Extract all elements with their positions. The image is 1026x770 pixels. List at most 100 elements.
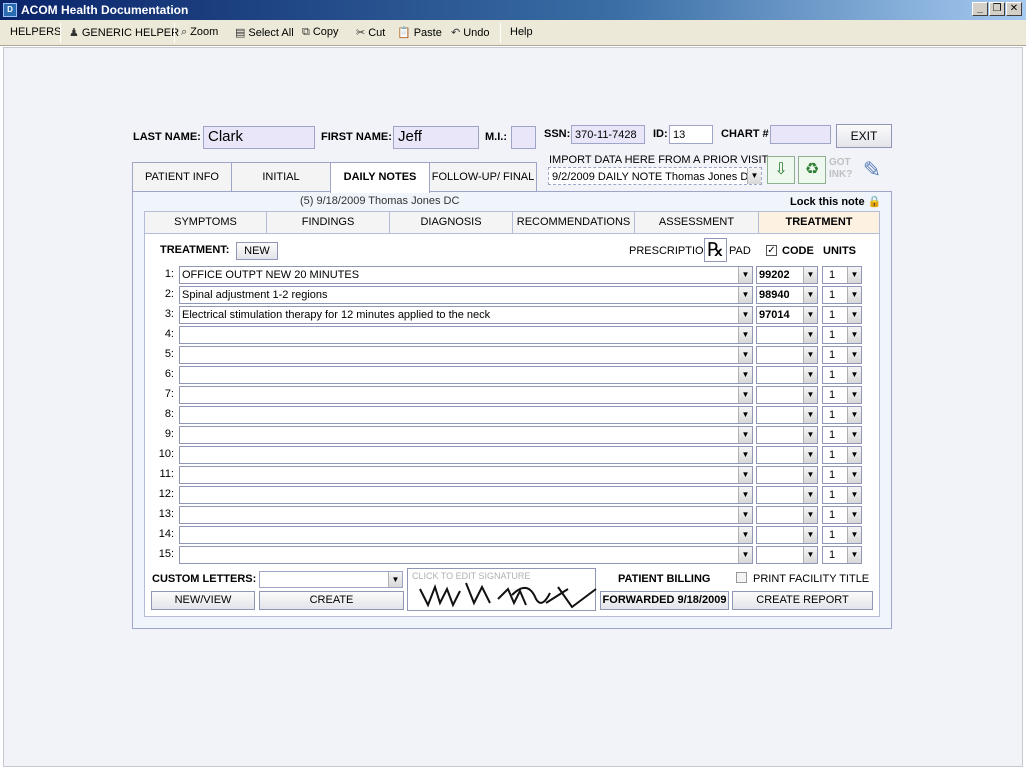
treatment-select[interactable]: ▼ bbox=[179, 486, 753, 504]
minimize-button[interactable]: _ bbox=[972, 2, 988, 16]
subtab-symptoms[interactable]: SYMPTOMS bbox=[144, 211, 267, 234]
signature-box[interactable]: CLICK TO EDIT SIGNATURE bbox=[407, 568, 597, 611]
units-select[interactable]: 1 ▼ bbox=[822, 286, 862, 304]
treatment-select[interactable]: ▼ bbox=[179, 326, 753, 344]
code-select[interactable]: ▼ bbox=[756, 366, 818, 384]
row-number: 8: bbox=[164, 408, 174, 420]
code-select[interactable]: ▼ bbox=[756, 446, 818, 464]
treatment-select[interactable]: Spinal adjustment 1-2 regions ▼ bbox=[179, 286, 753, 304]
mi-field[interactable] bbox=[511, 126, 536, 149]
menu-helpers[interactable]: HELPERS bbox=[10, 26, 61, 38]
chevron-down-icon: ▼ bbox=[847, 307, 861, 323]
subtab-recommendations[interactable]: RECOMMENDATIONS bbox=[512, 211, 635, 234]
subtab-diagnosis[interactable]: DIAGNOSIS bbox=[389, 211, 513, 234]
units-select[interactable]: 1 ▼ bbox=[822, 306, 862, 324]
create-report-button[interactable]: CREATE REPORT bbox=[732, 591, 873, 610]
title-bar: D ACOM Health Documentation _ ❐ ✕ bbox=[0, 0, 1026, 20]
code-select[interactable]: ▼ bbox=[756, 506, 818, 524]
custom-letters-select[interactable]: ▼ bbox=[259, 571, 403, 588]
recycle-icon[interactable]: ♻ bbox=[798, 156, 826, 184]
code-checkbox[interactable]: ✓ bbox=[766, 245, 777, 256]
units-select[interactable]: 1 ▼ bbox=[822, 326, 862, 344]
toolbar-zoom[interactable]: ⌕ Zoom bbox=[181, 26, 218, 39]
create-letter-button[interactable]: CREATE bbox=[259, 591, 404, 610]
last-name-field[interactable]: Clark bbox=[203, 126, 315, 149]
first-name-field[interactable]: Jeff bbox=[393, 126, 479, 149]
treatment-select[interactable]: ▼ bbox=[179, 466, 753, 484]
code-select[interactable]: ▼ bbox=[756, 526, 818, 544]
code-select[interactable]: ▼ bbox=[756, 486, 818, 504]
code-select[interactable]: ▼ bbox=[756, 386, 818, 404]
document-icon: ▤ bbox=[235, 27, 246, 39]
code-select[interactable]: ▼ bbox=[756, 546, 818, 564]
restore-button[interactable]: ❐ bbox=[989, 2, 1005, 16]
units-select[interactable]: 1 ▼ bbox=[822, 386, 862, 404]
menu-generic-helper[interactable]: ♟ GENERIC HELPER bbox=[69, 26, 179, 39]
ssn-field[interactable]: 370-11-7428 bbox=[571, 125, 645, 144]
units-select[interactable]: 1 ▼ bbox=[822, 446, 862, 464]
id-field[interactable]: 13 bbox=[669, 125, 713, 144]
forwarded-button[interactable]: FORWARDED 9/18/2009 bbox=[600, 591, 729, 610]
treatment-select[interactable]: ▼ bbox=[179, 406, 753, 424]
chart-field[interactable] bbox=[770, 125, 831, 144]
toolbar-paste[interactable]: 📋 Paste bbox=[397, 26, 442, 39]
tab-daily-notes[interactable]: DAILY NOTES bbox=[330, 162, 430, 193]
units-select[interactable]: 1 ▼ bbox=[822, 546, 862, 564]
units-select[interactable]: 1 ▼ bbox=[822, 506, 862, 524]
undo-icon: ↶ bbox=[451, 27, 461, 39]
units-select[interactable]: 1 ▼ bbox=[822, 406, 862, 424]
treatment-select[interactable]: ▼ bbox=[179, 426, 753, 444]
print-facility-checkbox[interactable] bbox=[736, 572, 747, 583]
copy-icon: ⧉ bbox=[302, 26, 310, 38]
treatment-select[interactable]: ▼ bbox=[179, 546, 753, 564]
import-select[interactable]: 9/2/2009 DAILY NOTE Thomas Jones DC ▼ bbox=[548, 167, 762, 185]
treatment-select[interactable]: ▼ bbox=[179, 386, 753, 404]
treatment-select[interactable]: ▼ bbox=[179, 526, 753, 544]
subtab-assessment[interactable]: ASSESSMENT bbox=[634, 211, 759, 234]
toolbar-copy[interactable]: ⧉ Copy bbox=[302, 26, 339, 39]
pen-tablet-icon[interactable]: ✎ bbox=[857, 155, 887, 185]
close-button[interactable]: ✕ bbox=[1006, 2, 1022, 16]
toolbar-cut[interactable]: ✂ Cut bbox=[356, 26, 385, 39]
menu-help[interactable]: Help bbox=[510, 26, 533, 38]
treatment-value: Electrical stimulation therapy for 12 mi… bbox=[182, 309, 491, 321]
code-select[interactable]: ▼ bbox=[756, 326, 818, 344]
units-select[interactable]: 1 ▼ bbox=[822, 366, 862, 384]
treatment-select[interactable]: ▼ bbox=[179, 346, 753, 364]
chevron-down-icon: ▼ bbox=[803, 507, 817, 523]
code-select[interactable]: ▼ bbox=[756, 466, 818, 484]
units-select[interactable]: 1 ▼ bbox=[822, 466, 862, 484]
treatment-select[interactable]: ▼ bbox=[179, 506, 753, 524]
rx-pad-icon[interactable]: ℞ bbox=[704, 238, 727, 262]
units-select[interactable]: 1 ▼ bbox=[822, 266, 862, 284]
import-data-icon[interactable]: ⇩ bbox=[767, 156, 795, 184]
new-treatment-button[interactable]: NEW bbox=[236, 242, 278, 260]
note-header: (5) 9/18/2009 Thomas Jones DC bbox=[300, 195, 460, 207]
code-select[interactable]: ▼ bbox=[756, 406, 818, 424]
lock-note-link[interactable]: Lock this note 🔒 bbox=[790, 195, 881, 208]
units-select[interactable]: 1 ▼ bbox=[822, 486, 862, 504]
treatment-select[interactable]: Electrical stimulation therapy for 12 mi… bbox=[179, 306, 753, 324]
units-select[interactable]: 1 ▼ bbox=[822, 426, 862, 444]
subtab-findings[interactable]: FINDINGS bbox=[266, 211, 390, 234]
code-select[interactable]: 97014 ▼ bbox=[756, 306, 818, 324]
treatment-select[interactable]: OFFICE OUTPT NEW 20 MINUTES ▼ bbox=[179, 266, 753, 284]
subtab-treatment[interactable]: TREATMENT bbox=[758, 211, 880, 234]
row-number: 4: bbox=[164, 328, 174, 340]
units-select[interactable]: 1 ▼ bbox=[822, 346, 862, 364]
import-label: IMPORT DATA HERE FROM A PRIOR VISIT: bbox=[549, 154, 771, 166]
treatment-select[interactable]: ▼ bbox=[179, 446, 753, 464]
tab-follow-up-final[interactable]: FOLLOW-UP/ FINAL bbox=[429, 162, 537, 192]
tab-patient-info[interactable]: PATIENT INFO bbox=[132, 162, 232, 192]
units-select[interactable]: 1 ▼ bbox=[822, 526, 862, 544]
code-select[interactable]: ▼ bbox=[756, 346, 818, 364]
code-select[interactable]: 99202 ▼ bbox=[756, 266, 818, 284]
exit-button[interactable]: EXIT bbox=[836, 124, 892, 148]
code-select[interactable]: ▼ bbox=[756, 426, 818, 444]
tab-initial[interactable]: INITIAL bbox=[231, 162, 331, 192]
toolbar-select-all[interactable]: ▤ Select All bbox=[235, 26, 294, 39]
new-view-button[interactable]: NEW/VIEW bbox=[151, 591, 255, 610]
code-select[interactable]: 98940 ▼ bbox=[756, 286, 818, 304]
treatment-select[interactable]: ▼ bbox=[179, 366, 753, 384]
toolbar-undo[interactable]: ↶ Undo bbox=[451, 26, 490, 39]
